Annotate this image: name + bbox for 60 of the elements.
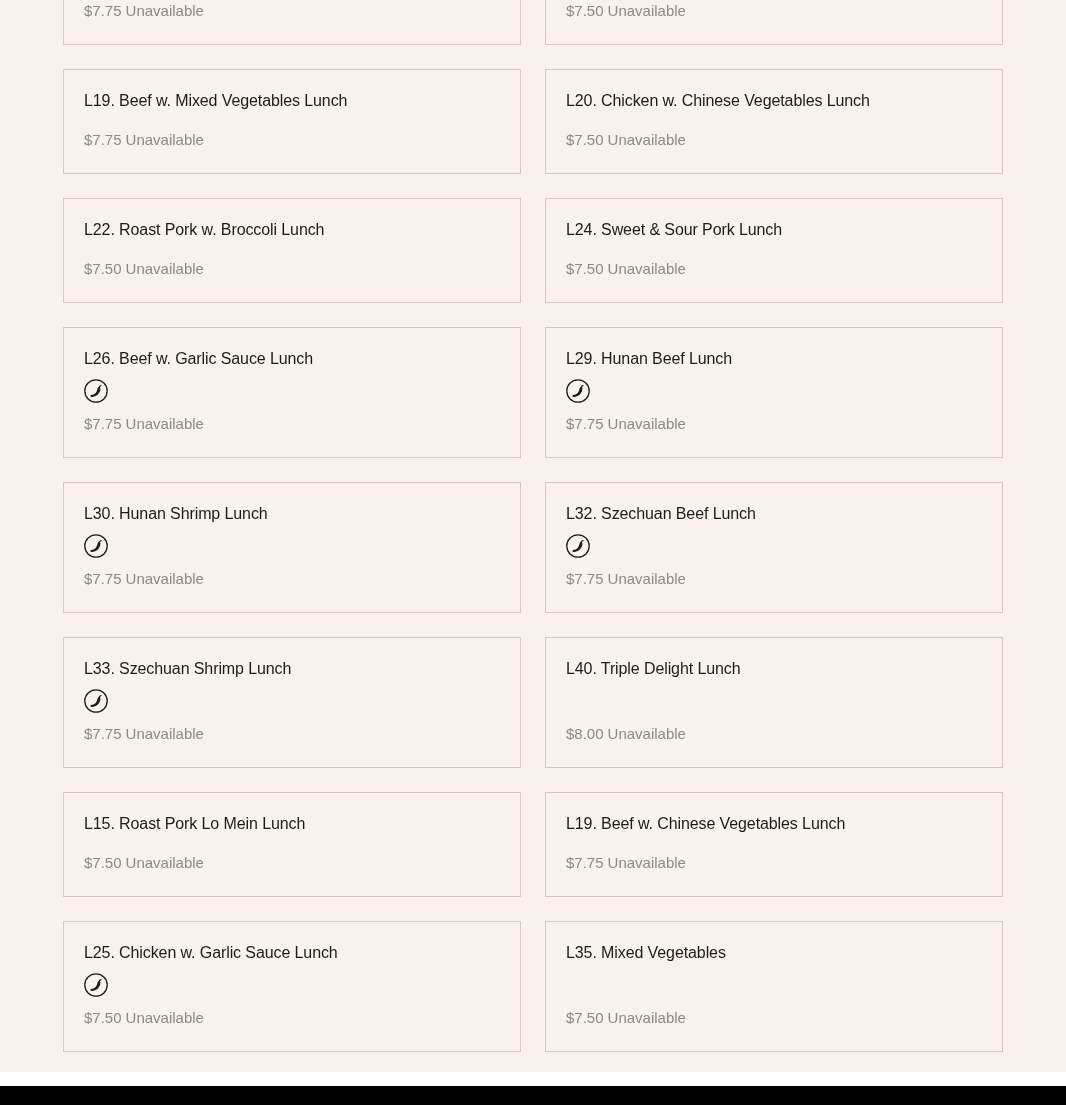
price-text: $7.75 [84, 414, 122, 434]
menu-item-card[interactable]: L30. Hunan Shrimp Lunch $7.75 Unavailable [63, 482, 521, 613]
menu-item-card[interactable]: L19. Beef w. Mixed Vegetables Lunch $7.75 Unavailable [63, 69, 521, 174]
availability-text: Unavailable [607, 1, 686, 21]
menu-item-card[interactable]: L22. Roast Pork w. Broccoli Lunch $7.50 Unavailable [63, 198, 521, 303]
menu-item-card[interactable]: L20. Chicken w. Chinese Vegetables Lunch $7.50 Unavailable [545, 69, 1003, 174]
availability-text: Unavailable [125, 259, 204, 279]
price-text: $7.75 [566, 569, 604, 589]
price-text: $7.75 [84, 569, 122, 589]
item-name: L29. Hunan Beef Lunch [566, 349, 733, 369]
item-name: L32. Szechuan Beef Lunch [566, 504, 756, 524]
price-text: $7.50 [566, 1008, 604, 1028]
price-text: $7.75 [566, 853, 604, 873]
menu-item-card[interactable]: L35. Mixed Vegetables $7.50 Unavailable [545, 921, 1003, 1052]
item-name: L20. Chicken w. Chinese Vegetables Lunch [566, 91, 870, 111]
item-name: L15. Roast Pork Lo Mein Lunch [84, 814, 306, 834]
price-text: $7.50 [84, 259, 122, 279]
item-name: L19. Beef w. Mixed Vegetables Lunch [84, 91, 348, 111]
item-name: L35. Mixed Vegetables [566, 943, 726, 963]
price-text: $7.75 [84, 724, 122, 744]
item-name: L40. Triple Delight Lunch [566, 659, 741, 679]
item-name: L30. Hunan Shrimp Lunch [84, 504, 268, 524]
availability-text: Unavailable [125, 569, 204, 589]
menu-item-card[interactable]: L40. Triple Delight Lunch $8.00 Unavailable [545, 637, 1003, 768]
menu-item-card[interactable]: L32. Szechuan Beef Lunch $7.75 Unavailable [545, 482, 1003, 613]
menu-item-card[interactable]: L15. Roast Pork Lo Mein Lunch $7.50 Unavailable [63, 792, 521, 897]
item-name: L22. Roast Pork w. Broccoli Lunch [84, 220, 325, 240]
menu-item-card[interactable]: L19. Beef w. Chinese Vegetables Lunch $7.75 Unavailable [545, 792, 1003, 897]
availability-text: Unavailable [607, 569, 686, 589]
availability-text: Unavailable [125, 724, 204, 744]
availability-text: Unavailable [125, 1, 204, 21]
menu-item-card[interactable]: L29. Hunan Beef Lunch $7.75 Unavailable [545, 327, 1003, 458]
price-text: $7.75 [84, 1, 122, 21]
price-text: $7.50 [566, 130, 604, 150]
menu-item-card[interactable]: L25. Chicken w. Garlic Sauce Lunch $7.50 Unavailable [63, 921, 521, 1052]
availability-text: Unavailable [125, 853, 204, 873]
price-text: $7.75 [84, 130, 122, 150]
menu-item-card[interactable]: L33. Szechuan Shrimp Lunch $7.75 Unavailable [63, 637, 521, 768]
menu-item-card[interactable]: L24. Sweet & Sour Pork Lunch $7.50 Unavailable [545, 198, 1003, 303]
item-name: L24. Sweet & Sour Pork Lunch [566, 220, 782, 240]
item-name: L25. Chicken w. Garlic Sauce Lunch [84, 943, 338, 963]
item-name: L26. Beef w. Garlic Sauce Lunch [84, 349, 314, 369]
price-text: $7.50 [566, 259, 604, 279]
availability-text: Unavailable [125, 130, 204, 150]
availability-text: Unavailable [607, 724, 686, 744]
availability-text: Unavailable [607, 130, 686, 150]
item-name: L33. Szechuan Shrimp Lunch [84, 659, 292, 679]
item-name: L19. Beef w. Chinese Vegetables Lunch [566, 814, 846, 834]
price-text: $8.00 [566, 724, 604, 744]
availability-text: Unavailable [607, 414, 686, 434]
price-text: $7.50 [84, 853, 122, 873]
menu-item-card[interactable]: L26. Beef w. Garlic Sauce Lunch $7.75 Unavailable [63, 327, 521, 458]
availability-text: Unavailable [125, 414, 204, 434]
price-text: $7.50 [566, 1, 604, 21]
availability-text: Unavailable [125, 1008, 204, 1028]
availability-text: Unavailable [607, 853, 686, 873]
price-text: $7.75 [566, 414, 604, 434]
price-text: $7.50 [84, 1008, 122, 1028]
availability-text: Unavailable [607, 259, 686, 279]
availability-text: Unavailable [607, 1008, 686, 1028]
